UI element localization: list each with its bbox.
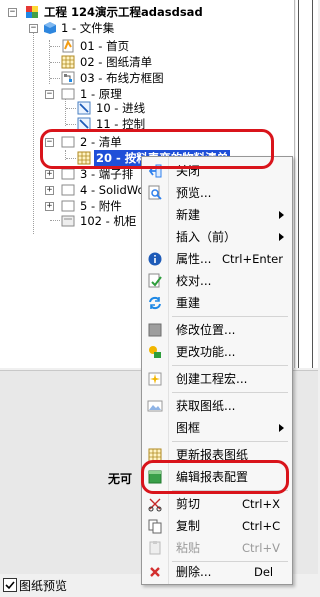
- expand-icon[interactable]: +: [45, 170, 54, 179]
- menu-item-preview[interactable]: 预览...: [144, 182, 290, 204]
- collapse-icon[interactable]: −: [29, 24, 38, 33]
- menu-item-create-macro[interactable]: 创建工程宏...: [144, 368, 290, 390]
- menu-item-rebuild[interactable]: 重建: [144, 292, 290, 314]
- info-icon: [147, 251, 163, 267]
- folder-icon: [61, 183, 75, 197]
- magnifier-icon: [147, 185, 163, 201]
- menu-item-update-report[interactable]: 更新报表图纸: [144, 444, 290, 466]
- tree-node-label: 01 - 首页: [80, 39, 130, 53]
- tree-node-project[interactable]: − 工程 124演示工程adasdsad: [0, 4, 294, 20]
- menu-item-delete[interactable]: 删除... Del: [144, 561, 290, 583]
- menu-item-change-function[interactable]: 更改功能...: [144, 341, 290, 363]
- tree-node-folder[interactable]: − 1 - 文件集: [0, 20, 294, 36]
- check-icon: [5, 581, 15, 590]
- report-table-icon: [147, 447, 163, 463]
- block-diagram-icon: [61, 71, 75, 85]
- tree-node-page[interactable]: 01 - 首页: [0, 38, 294, 54]
- tree-node-label: 10 - 进线: [96, 101, 146, 115]
- tree-node-label: 4 - SolidWor: [80, 183, 150, 197]
- submenu-arrow-icon: [279, 211, 284, 219]
- blue-box-icon: [43, 21, 57, 35]
- tree-node-label: 2 - 清单: [80, 135, 122, 149]
- paste-icon: [147, 540, 163, 556]
- tree-node-label: 3 - 端子排: [80, 167, 134, 181]
- schematic-page-icon: [77, 101, 91, 115]
- tree-node-label: 102 - 机柜: [80, 214, 137, 228]
- refresh-icon: [147, 295, 163, 311]
- report-page-icon: [77, 151, 91, 165]
- delete-icon: [147, 564, 163, 580]
- menu-item-frame[interactable]: 图框: [144, 417, 290, 439]
- function-icon: [147, 344, 163, 360]
- gray-box-icon: [147, 322, 163, 338]
- context-menu: 关闭 预览... 新建 插入（前） 属性... Ctrl+Enter 校对...…: [141, 156, 293, 585]
- tree-node-page[interactable]: 03 - 布线方框图: [0, 70, 294, 86]
- macro-icon: [147, 371, 163, 387]
- folder-icon: [61, 199, 75, 213]
- tree-node-folder[interactable]: − 2 - 清单: [0, 134, 294, 150]
- preview-checkbox-label: 图纸预览: [19, 579, 68, 593]
- folder-icon: [61, 135, 75, 149]
- collapse-icon[interactable]: −: [45, 90, 54, 99]
- tree-node-label: 1 - 文件集: [61, 21, 115, 35]
- cover-page-icon: [61, 39, 75, 53]
- menu-item-edit-report-config[interactable]: 编辑报表配置: [144, 466, 290, 488]
- preview-message: 无可: [108, 472, 133, 486]
- menu-item-insert[interactable]: 插入（前）: [144, 226, 290, 248]
- folder-icon: [61, 167, 75, 181]
- tree-node-page[interactable]: 11 - 控制: [0, 116, 294, 132]
- tree-node-page[interactable]: 10 - 进线: [0, 100, 294, 116]
- menu-item-get-drawing[interactable]: 获取图纸...: [144, 395, 290, 417]
- expand-icon[interactable]: +: [45, 186, 54, 195]
- copy-icon: [147, 518, 163, 534]
- preview-checkbox[interactable]: [3, 578, 17, 592]
- project-icon: [25, 5, 39, 19]
- list-page-icon: [61, 55, 75, 69]
- graphic-area-edge: [296, 0, 318, 368]
- tree-node-page[interactable]: 02 - 图纸清单: [0, 54, 294, 70]
- submenu-arrow-icon: [279, 424, 284, 432]
- tree-node-label: 03 - 布线方框图: [80, 71, 164, 85]
- menu-item-properties[interactable]: 属性... Ctrl+Enter: [144, 248, 290, 270]
- menu-item-close[interactable]: 关闭: [144, 160, 290, 182]
- tree-node-label: 5 - 附件: [80, 199, 122, 213]
- submenu-arrow-icon: [279, 233, 284, 241]
- menu-item-modify-location[interactable]: 修改位置...: [144, 319, 290, 341]
- image-icon: [147, 398, 163, 414]
- check-list-icon: [147, 273, 163, 289]
- close-page-icon: [147, 163, 163, 179]
- expand-icon[interactable]: +: [45, 202, 54, 211]
- schematic-page-icon: [77, 117, 91, 131]
- tree-node-label: 工程 124演示工程adasdsad: [44, 5, 203, 19]
- menu-item-proofread[interactable]: 校对...: [144, 270, 290, 292]
- menu-item-paste[interactable]: 粘贴 Ctrl+V: [144, 537, 290, 559]
- cabinet-page-icon: [61, 214, 75, 228]
- collapse-icon[interactable]: −: [45, 138, 54, 147]
- collapse-icon[interactable]: −: [8, 8, 17, 17]
- scissors-icon: [147, 496, 163, 512]
- menu-item-cut[interactable]: 剪切 Ctrl+X: [144, 493, 290, 515]
- tree-node-label: 02 - 图纸清单: [80, 55, 153, 69]
- folder-icon: [61, 87, 75, 101]
- report-config-icon: [147, 469, 163, 485]
- tree-node-label: 11 - 控制: [96, 117, 146, 131]
- menu-item-copy[interactable]: 复制 Ctrl+C: [144, 515, 290, 537]
- menu-item-new[interactable]: 新建: [144, 204, 290, 226]
